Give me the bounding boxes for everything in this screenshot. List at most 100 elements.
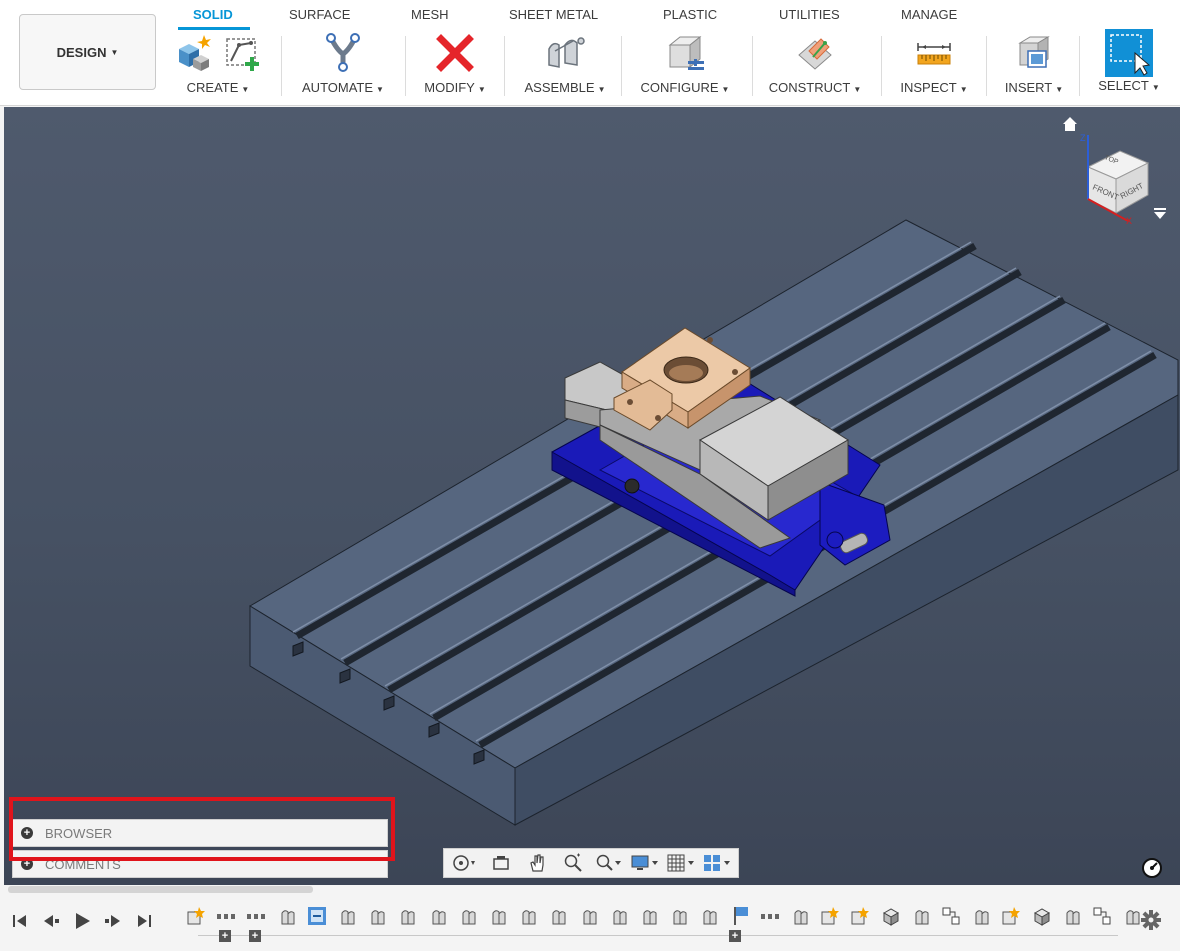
- component-icon[interactable]: [849, 905, 871, 927]
- viewcube-menu-icon[interactable]: [1153, 208, 1167, 220]
- fusion-window: DESIGN ▼ SOLID SURFACE MESH SHEET METAL P…: [0, 0, 1180, 951]
- horizontal-scrollbar[interactable]: [8, 886, 313, 893]
- modify-group[interactable]: MODIFY ▼: [414, 30, 496, 100]
- assemble-group[interactable]: ASSEMBLE ▼: [515, 30, 615, 100]
- browser-panel-header[interactable]: + BROWSER: [12, 819, 388, 847]
- toolbar-divider: [986, 36, 987, 96]
- group-icon[interactable]: [759, 905, 781, 927]
- construct-plane-icon[interactable]: [795, 33, 835, 73]
- insert-image-icon[interactable]: [1014, 33, 1054, 73]
- rigid-group-icon[interactable]: [306, 905, 328, 927]
- look-at-icon: [493, 856, 509, 870]
- joint-icon[interactable]: [970, 905, 992, 927]
- joint-icon[interactable]: [487, 905, 509, 927]
- component-icon[interactable]: [185, 905, 207, 927]
- configure-icon[interactable]: [664, 33, 706, 73]
- joint-icon[interactable]: [578, 905, 600, 927]
- joint-icon[interactable]: [427, 905, 449, 927]
- joint-icon[interactable]: [698, 905, 720, 927]
- chevron-down-icon: ▼: [110, 47, 119, 57]
- automate-icon[interactable]: [323, 32, 363, 74]
- measure-icon[interactable]: [914, 33, 954, 73]
- body-icon[interactable]: [1031, 905, 1053, 927]
- comments-panel-header[interactable]: + COMMENTS: [12, 850, 388, 878]
- joint-icon[interactable]: [547, 905, 569, 927]
- gear-icon[interactable]: [1140, 909, 1162, 931]
- fit-icon: [596, 854, 621, 871]
- joint-icon[interactable]: [789, 905, 811, 927]
- construct-group[interactable]: CONSTRUCT ▼: [762, 30, 868, 100]
- display-settings-icon: [631, 855, 658, 870]
- joint-icon[interactable]: [910, 905, 932, 927]
- inspect-group[interactable]: INSPECT ▼: [890, 30, 978, 100]
- expand-group-plus-icon[interactable]: +: [219, 930, 231, 942]
- insert-group[interactable]: INSERT ▼: [996, 30, 1072, 100]
- select-group[interactable]: SELECT ▼: [1090, 29, 1168, 100]
- browser-label: BROWSER: [45, 825, 113, 841]
- assemble-joint-icon[interactable]: [543, 33, 587, 73]
- tab-plastic[interactable]: PLASTIC: [663, 7, 717, 22]
- viewports-button[interactable]: [702, 851, 732, 875]
- expand-group-plus-icon[interactable]: +: [729, 930, 741, 942]
- tab-surface[interactable]: SURFACE: [289, 7, 350, 22]
- joint-icon[interactable]: [608, 905, 630, 927]
- joint-icon[interactable]: [668, 905, 690, 927]
- component-icon[interactable]: [819, 905, 841, 927]
- tab-solid[interactable]: SOLID: [193, 7, 233, 22]
- zoom-button[interactable]: [558, 851, 588, 875]
- joint-icon[interactable]: [638, 905, 660, 927]
- tab-sheet-metal[interactable]: SHEET METAL: [509, 7, 598, 22]
- group-icon[interactable]: [215, 905, 237, 927]
- orbit-button[interactable]: [450, 851, 480, 875]
- group-icon[interactable]: [245, 905, 267, 927]
- assemble-label: ASSEMBLE: [524, 80, 595, 95]
- skip-to-end-icon[interactable]: [134, 911, 154, 931]
- new-component-icon[interactable]: [173, 33, 213, 73]
- body-icon[interactable]: [880, 905, 902, 927]
- joint-icon[interactable]: [336, 905, 358, 927]
- configure-group[interactable]: CONFIGURE ▼: [632, 30, 738, 100]
- configure-label: CONFIGURE: [640, 80, 719, 95]
- grid-settings-button[interactable]: [666, 851, 696, 875]
- automate-group[interactable]: AUTOMATE ▼: [292, 30, 394, 100]
- expand-plus-icon[interactable]: +: [21, 858, 33, 870]
- modify-label: MODIFY: [424, 80, 475, 95]
- toolbar-divider: [752, 36, 753, 96]
- viewcube[interactable]: TOP FRONT RIGHT Z X: [1074, 129, 1160, 225]
- step-forward-icon[interactable]: [103, 911, 123, 931]
- component-icon[interactable]: [1000, 905, 1022, 927]
- tab-utilities[interactable]: UTILITIES: [779, 7, 840, 22]
- fit-button[interactable]: [594, 851, 624, 875]
- expand-plus-icon[interactable]: +: [21, 827, 33, 839]
- joint-icon[interactable]: [517, 905, 539, 927]
- joint-icon[interactable]: [1061, 905, 1083, 927]
- display-settings-button[interactable]: [630, 851, 660, 875]
- joint-icon[interactable]: [366, 905, 388, 927]
- flag-icon[interactable]: [729, 905, 751, 927]
- viewports-icon: [704, 855, 730, 871]
- pattern-icon[interactable]: [1091, 905, 1113, 927]
- timeline-track: [198, 935, 1118, 936]
- joint-icon[interactable]: [396, 905, 418, 927]
- select-icon[interactable]: [1105, 29, 1153, 77]
- tab-mesh[interactable]: MESH: [411, 7, 449, 22]
- tab-manage[interactable]: MANAGE: [901, 7, 957, 22]
- create-group[interactable]: CREATE ▼: [168, 30, 268, 100]
- create-sketch-icon[interactable]: [223, 33, 263, 73]
- expand-group-plus-icon[interactable]: +: [249, 930, 261, 942]
- pattern-icon[interactable]: [940, 905, 962, 927]
- joint-icon[interactable]: [276, 905, 298, 927]
- joint-icon[interactable]: [457, 905, 479, 927]
- chevron-down-icon: ▼: [721, 85, 730, 94]
- canvas-viewport[interactable]: TOP FRONT RIGHT Z X + BROWSER + COMMENTS: [4, 107, 1180, 885]
- viewcube-z-axis-label: Z: [1080, 133, 1086, 143]
- step-back-icon[interactable]: [41, 911, 61, 931]
- look-at-button[interactable]: [486, 851, 516, 875]
- workspace-switcher-button[interactable]: DESIGN ▼: [19, 14, 156, 90]
- performance-gauge-icon[interactable]: [1141, 857, 1163, 879]
- skip-to-start-icon[interactable]: [10, 911, 30, 931]
- modify-icon[interactable]: [435, 33, 475, 73]
- pan-button[interactable]: [522, 851, 552, 875]
- play-icon[interactable]: [72, 911, 92, 931]
- toolbar-divider: [281, 36, 282, 96]
